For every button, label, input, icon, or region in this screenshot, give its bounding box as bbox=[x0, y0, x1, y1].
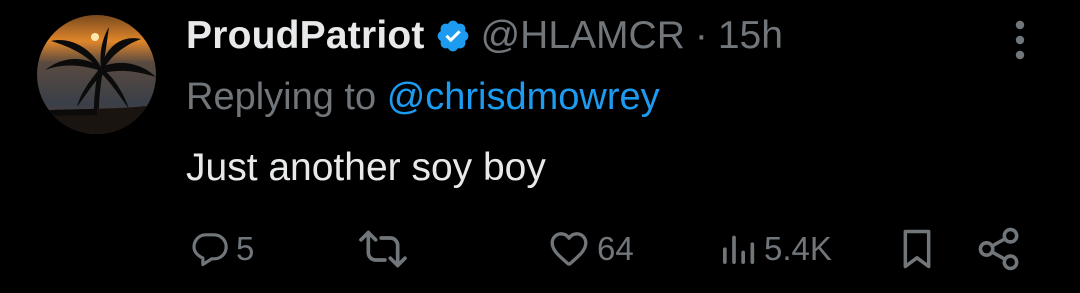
bookmark-button[interactable] bbox=[897, 224, 937, 274]
heart-icon bbox=[547, 228, 591, 270]
views-chart-icon bbox=[718, 229, 758, 269]
separator-dot: · bbox=[694, 14, 708, 57]
reply-button[interactable]: 5 bbox=[190, 224, 254, 274]
reply-icon bbox=[190, 229, 230, 269]
tweet[interactable]: ProudPatriot @HLAMCR · 15h Replying to @… bbox=[0, 0, 1080, 293]
replying-to-mention[interactable]: @chrisdmowrey bbox=[387, 76, 660, 118]
retweet-button[interactable] bbox=[354, 224, 412, 274]
tweet-header: ProudPatriot @HLAMCR · 15h bbox=[186, 8, 783, 64]
share-button[interactable] bbox=[975, 224, 1023, 274]
reply-count: 5 bbox=[236, 230, 255, 267]
like-count: 64 bbox=[597, 230, 634, 267]
views-count: 5.4K bbox=[764, 230, 832, 267]
views-button[interactable]: 5.4K bbox=[718, 224, 832, 274]
share-icon bbox=[975, 226, 1023, 272]
replying-to-prefix: Replying to bbox=[186, 76, 377, 118]
user-handle[interactable]: @HLAMCR bbox=[481, 14, 685, 58]
more-options-icon[interactable] bbox=[1006, 18, 1034, 62]
timestamp[interactable]: 15h bbox=[718, 14, 783, 58]
tweet-text: Just another soy boy bbox=[186, 146, 546, 189]
bookmark-icon bbox=[897, 227, 937, 271]
avatar-image bbox=[37, 15, 156, 134]
display-name[interactable]: ProudPatriot bbox=[186, 14, 425, 58]
retweet-icon bbox=[354, 227, 412, 271]
verified-badge-icon[interactable] bbox=[435, 18, 471, 54]
like-button[interactable]: 64 bbox=[547, 224, 634, 274]
replying-to: Replying to @chrisdmowrey bbox=[186, 76, 660, 119]
avatar[interactable] bbox=[37, 15, 156, 134]
